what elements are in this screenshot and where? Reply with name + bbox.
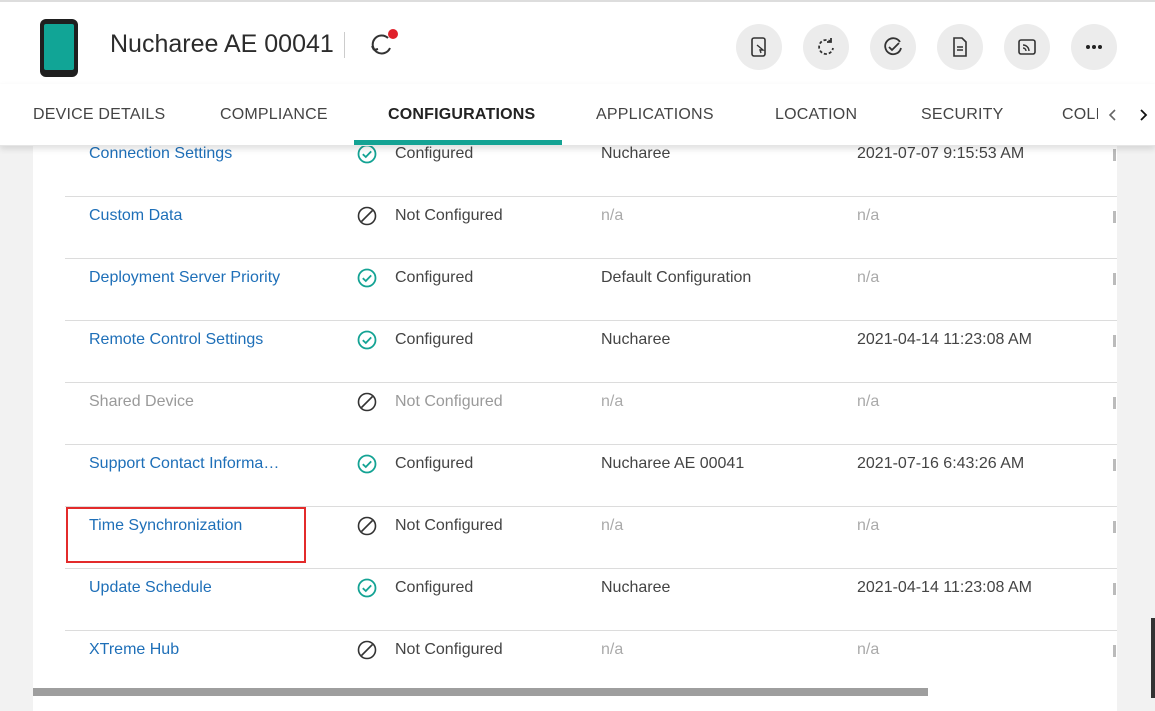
last-updated-value: n/a bbox=[857, 207, 880, 224]
header-divider bbox=[344, 32, 345, 58]
table-row[interactable]: Custom Data Not Configured n/a n/a bbox=[65, 197, 1117, 259]
config-name-link[interactable]: Custom Data bbox=[89, 197, 182, 259]
tab-configurations[interactable]: CONFIGURATIONS bbox=[388, 84, 535, 145]
tab-applications[interactable]: APPLICATIONS bbox=[596, 84, 714, 145]
more-icon bbox=[1086, 45, 1102, 49]
remote-control-button[interactable] bbox=[736, 24, 782, 70]
config-name-link[interactable]: Support Contact Informa… bbox=[89, 445, 279, 507]
config-name-link[interactable]: XTreme Hub bbox=[89, 631, 179, 693]
last-updated-value: 2021-07-16 6:43:26 AM bbox=[857, 455, 1025, 472]
tab-collections[interactable]: COLI bbox=[1062, 84, 1100, 145]
verify-button[interactable] bbox=[870, 24, 916, 70]
source-value: Nucharee bbox=[601, 331, 671, 348]
chevron-right-icon bbox=[1140, 109, 1148, 121]
refresh-button[interactable] bbox=[803, 24, 849, 70]
config-name-link: Shared Device bbox=[89, 393, 194, 410]
sync-status-icon[interactable] bbox=[366, 28, 398, 60]
source-value: n/a bbox=[601, 517, 624, 534]
config-name-link[interactable]: Remote Control Settings bbox=[89, 321, 263, 383]
header-actions bbox=[736, 24, 1117, 70]
tab-security[interactable]: SECURITY bbox=[921, 84, 1004, 145]
status-label: Not Configured bbox=[395, 207, 503, 224]
table-row[interactable]: Update Schedule Configured Nucharee 2021-04… bbox=[65, 569, 1117, 631]
tab-compliance[interactable]: COMPLIANCE bbox=[220, 84, 328, 145]
tab-location[interactable]: LOCATION bbox=[775, 84, 857, 145]
table-row[interactable]: Deployment Server Priority Configured Defa… bbox=[65, 259, 1117, 321]
status-label: Configured bbox=[395, 579, 474, 596]
highlight-box bbox=[66, 507, 306, 563]
not-configured-icon bbox=[357, 640, 377, 660]
status-label: Configured bbox=[395, 331, 474, 348]
refresh-icon bbox=[818, 38, 834, 55]
last-updated-value: n/a bbox=[857, 641, 880, 658]
not-configured-icon bbox=[357, 206, 377, 226]
chevron-left-icon bbox=[1108, 109, 1116, 121]
truncated-column bbox=[1113, 459, 1116, 471]
document-button[interactable] bbox=[937, 24, 983, 70]
config-name-link[interactable]: Deployment Server Priority bbox=[89, 259, 280, 321]
not-configured-icon bbox=[357, 392, 377, 412]
cast-button[interactable] bbox=[1004, 24, 1050, 70]
source-value: n/a bbox=[601, 207, 624, 224]
table-row[interactable]: XTreme Hub Not Configured n/a n/a bbox=[65, 631, 1117, 693]
check-circle-icon bbox=[884, 37, 902, 56]
device-header: Nucharee AE 00041 bbox=[0, 0, 1155, 84]
document-icon bbox=[953, 37, 967, 57]
status-label: Configured bbox=[395, 455, 474, 472]
check-circle-icon bbox=[357, 330, 377, 350]
device-phone-icon bbox=[40, 19, 78, 77]
status-label: Not Configured bbox=[395, 393, 503, 410]
truncated-column bbox=[1113, 335, 1116, 347]
last-updated-value: n/a bbox=[857, 269, 880, 286]
truncated-column bbox=[1113, 583, 1116, 595]
cast-icon bbox=[1018, 39, 1036, 55]
vertical-scrollbar-thumb[interactable] bbox=[1151, 618, 1155, 698]
check-circle-icon bbox=[357, 454, 377, 474]
truncated-column bbox=[1113, 211, 1116, 223]
check-circle-icon bbox=[357, 268, 377, 288]
source-value: Nucharee AE 00041 bbox=[601, 455, 745, 472]
table-row[interactable]: Shared Device Not Configured n/a n/a bbox=[65, 383, 1117, 445]
source-value: Nucharee bbox=[601, 579, 671, 596]
device-name: Nucharee AE 00041 bbox=[110, 30, 334, 58]
last-updated-value: 2021-04-14 11:23:08 AM bbox=[857, 331, 1032, 348]
not-configured-icon bbox=[357, 516, 377, 536]
source-value: n/a bbox=[601, 393, 624, 410]
last-updated-value: n/a bbox=[857, 393, 880, 410]
check-circle-icon bbox=[357, 144, 377, 164]
tab-scroll-left-button[interactable] bbox=[1098, 84, 1128, 145]
more-options-button[interactable] bbox=[1071, 24, 1117, 70]
table-row[interactable]: Remote Control Settings Configured Nuchare… bbox=[65, 321, 1117, 383]
truncated-column bbox=[1113, 521, 1116, 533]
tab-scroll-right-button[interactable] bbox=[1128, 84, 1155, 145]
tab-bar: DEVICE DETAILS COMPLIANCE CONFIGURATIONS… bbox=[0, 84, 1155, 146]
truncated-column bbox=[1113, 149, 1116, 161]
source-value: n/a bbox=[601, 641, 624, 658]
status-label: Configured bbox=[395, 269, 474, 286]
last-updated-value: 2021-04-14 11:23:08 AM bbox=[857, 579, 1032, 596]
tab-device-details[interactable]: DEVICE DETAILS bbox=[33, 84, 165, 145]
status-label: Not Configured bbox=[395, 517, 503, 534]
status-label: Not Configured bbox=[395, 641, 503, 658]
remote-control-icon bbox=[751, 37, 766, 57]
source-value: Default Configuration bbox=[601, 269, 752, 286]
check-circle-icon bbox=[357, 578, 377, 598]
truncated-column bbox=[1113, 273, 1116, 285]
horizontal-scrollbar-thumb[interactable] bbox=[33, 688, 928, 696]
truncated-column bbox=[1113, 645, 1116, 657]
active-tab-indicator bbox=[354, 140, 562, 145]
table-row[interactable]: Support Contact Informa… Configured Nuchar… bbox=[65, 445, 1117, 507]
truncated-column bbox=[1113, 397, 1116, 409]
config-name-link[interactable]: Update Schedule bbox=[89, 569, 212, 631]
last-updated-value: n/a bbox=[857, 517, 880, 534]
